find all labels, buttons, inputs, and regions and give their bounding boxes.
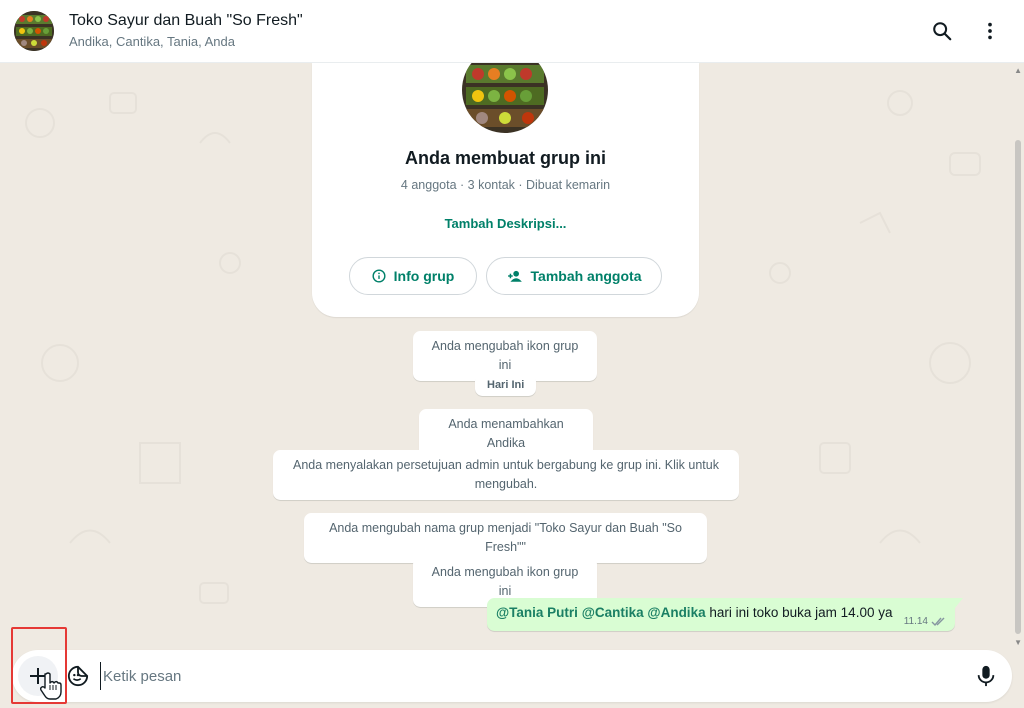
message-text: hari ini toko buka jam 14.00 ya xyxy=(709,605,893,620)
chat-area[interactable]: Anda membuat grup ini 4 anggota · 3 kont… xyxy=(0,63,1024,648)
group-info-button[interactable]: Info grup xyxy=(349,257,477,295)
mention-tania[interactable]: @Tania Putri xyxy=(496,605,578,620)
scrollbar-thumb[interactable] xyxy=(1015,140,1021,634)
add-member-label: Tambah anggota xyxy=(530,268,642,284)
card-title: Anda membuat grup ini xyxy=(404,148,606,168)
search-icon xyxy=(933,22,952,41)
more-vert-icon xyxy=(988,22,992,40)
group-info-card: Anda membuat grup ini 4 anggota · 3 kont… xyxy=(312,63,699,317)
double-check-icon xyxy=(931,617,945,626)
menu-button[interactable] xyxy=(970,11,1010,51)
scroll-up-arrow[interactable]: ▲ xyxy=(1014,66,1022,75)
message-input[interactable] xyxy=(100,662,960,690)
group-name: Toko Sayur dan Buah "So Fresh" xyxy=(69,12,303,29)
system-message[interactable]: Anda menyalakan persetujuan admin untuk … xyxy=(273,450,739,500)
sticker-icon xyxy=(67,665,89,687)
add-member-button[interactable]: Tambah anggota xyxy=(486,257,662,295)
composer-bar xyxy=(0,648,1024,708)
group-photo[interactable] xyxy=(462,63,548,133)
group-avatar[interactable] xyxy=(14,11,54,51)
voice-message-button[interactable] xyxy=(972,662,1000,690)
microphone-icon xyxy=(977,665,995,687)
header-text[interactable]: Toko Sayur dan Buah "So Fresh" Andika, C… xyxy=(69,11,914,51)
message-time: 11.14 xyxy=(903,616,928,627)
hand-pointer-icon xyxy=(40,672,62,700)
outgoing-message[interactable]: @Tania Putri @Cantika @Andika hari ini t… xyxy=(487,598,963,631)
scroll-down-arrow[interactable]: ▼ xyxy=(1014,638,1022,647)
sticker-button[interactable] xyxy=(64,662,92,690)
date-divider: Hari Ini xyxy=(475,374,537,396)
bubble-tail xyxy=(955,598,963,608)
group-info-label: Info grup xyxy=(393,268,455,284)
card-meta: 4 anggota · 3 kontak · Dibuat kemarin xyxy=(400,178,611,192)
add-person-icon xyxy=(507,270,522,282)
chat-header[interactable]: Toko Sayur dan Buah "So Fresh" Andika, C… xyxy=(0,0,1024,63)
mention-cantika[interactable]: @Cantika xyxy=(582,605,644,620)
search-button[interactable] xyxy=(922,11,962,51)
system-message[interactable]: Anda mengubah nama grup menjadi "Toko Sa… xyxy=(304,513,707,563)
info-icon xyxy=(372,269,386,283)
message-meta: 11.14 xyxy=(904,616,947,627)
mention-andika[interactable]: @Andika xyxy=(647,605,705,620)
add-description-link[interactable]: Tambah Deskripsi... xyxy=(312,216,699,231)
compose-box xyxy=(12,650,1012,702)
group-members: Andika, Cantika, Tania, Anda xyxy=(69,34,235,49)
